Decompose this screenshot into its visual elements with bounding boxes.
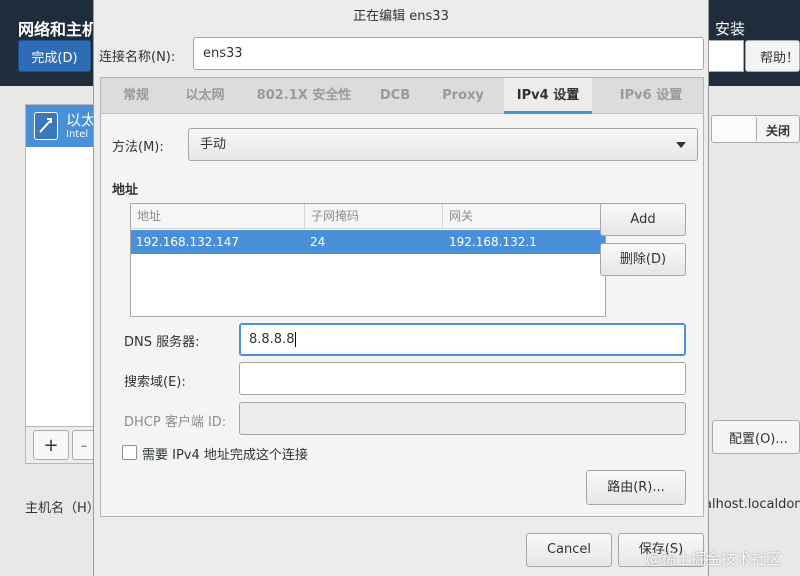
configure-button[interactable]: 配置(O)... [712,420,800,454]
device-vendor: Intel [66,129,89,140]
connection-name-label: 连接名称(N): [99,50,176,65]
settings-notebook: 常规 以太网 802.1X 安全性 DCB Proxy IPv4 设置 IPv6… [100,77,704,517]
installer-title: 网络和主机 [18,20,99,39]
column-address[interactable]: 地址 [131,204,305,228]
install-label: 安装 [715,20,746,38]
dhcp-client-id-input[interactable] [239,402,686,435]
address-table: 地址 子网掩码 网关 192.168.132.147 24 192.168.13… [130,203,606,317]
address-cell[interactable]: 192.168.132.147 [131,230,239,254]
network-device-list: 以太 Intel [25,104,96,464]
cancel-button[interactable]: Cancel [526,533,612,567]
dhcp-client-id-label: DHCP 客户端 ID: [124,415,227,430]
network-card-icon [34,112,58,140]
connection-name-input[interactable]: ens33 [193,37,704,70]
done-button[interactable]: 完成(D) [18,40,91,72]
dns-label: DNS 服务器: [124,335,200,350]
device-toggle[interactable]: 关闭 [711,115,800,143]
search-domains-input[interactable] [239,362,686,395]
watermark: @稀土掘金技术社区 [646,550,782,568]
toggle-label: 关闭 [766,124,791,138]
table-header: 地址 子网掩码 网关 [131,204,605,229]
tab-dcb[interactable]: DCB [371,78,419,114]
column-gateway[interactable]: 网关 [443,204,605,228]
tab-general[interactable]: 常规 [109,78,163,114]
tab-bar: 常规 以太网 802.1X 安全性 DCB Proxy IPv4 设置 IPv6… [101,78,703,114]
tab-ethernet[interactable]: 以太网 [171,78,239,114]
tab-proxy[interactable]: Proxy [435,78,491,114]
hostname-value: alhost.localdoma [704,497,800,512]
method-combo[interactable]: 手动 [188,128,698,161]
table-row[interactable]: 192.168.132.147 24 192.168.132.1 [131,230,605,254]
tab-ipv6-settings[interactable]: IPv6 设置 [605,78,697,114]
text-caret [295,332,297,347]
add-device-button[interactable]: + [33,430,69,460]
tab-ipv4-settings[interactable]: IPv4 设置 [504,78,592,114]
add-address-button[interactable]: Add [600,203,686,236]
routes-button[interactable]: 路由(R)... [586,470,686,505]
dialog-title: 正在编辑 ens33 [353,9,449,24]
tab-8021x-security[interactable]: 802.1X 安全性 [248,78,360,114]
device-list-item[interactable]: 以太 Intel [26,105,96,147]
toggle-knob [712,116,757,142]
require-ipv4-label[interactable]: 需要 IPv4 地址完成这个连接 [142,444,308,463]
netmask-cell[interactable]: 24 [305,230,325,254]
require-ipv4-checkbox[interactable] [122,445,137,460]
edit-connection-dialog: 正在编辑 ens33 连接名称(N): ens33 常规 以太网 802.1X … [93,0,709,576]
help-button[interactable]: 帮助！ [745,40,800,72]
search-domains-label: 搜索域(E): [124,375,186,390]
device-name: 以太 [66,111,97,129]
chevron-down-icon [676,142,686,148]
column-netmask[interactable]: 子网掩码 [305,204,443,228]
dns-servers-input[interactable]: 8.8.8.8 [239,323,686,356]
gateway-cell[interactable]: 192.168.132.1 [444,230,537,254]
address-section-heading: 地址 [112,183,139,198]
hostname-label: 主机名（H） [25,501,100,516]
delete-address-button[interactable]: 删除(D) [600,243,686,276]
keyboard-layout-field[interactable] [706,40,744,72]
dns-value: 8.8.8.8 [249,332,295,347]
method-label: 方法(M): [112,140,164,155]
method-value: 手动 [200,137,227,152]
